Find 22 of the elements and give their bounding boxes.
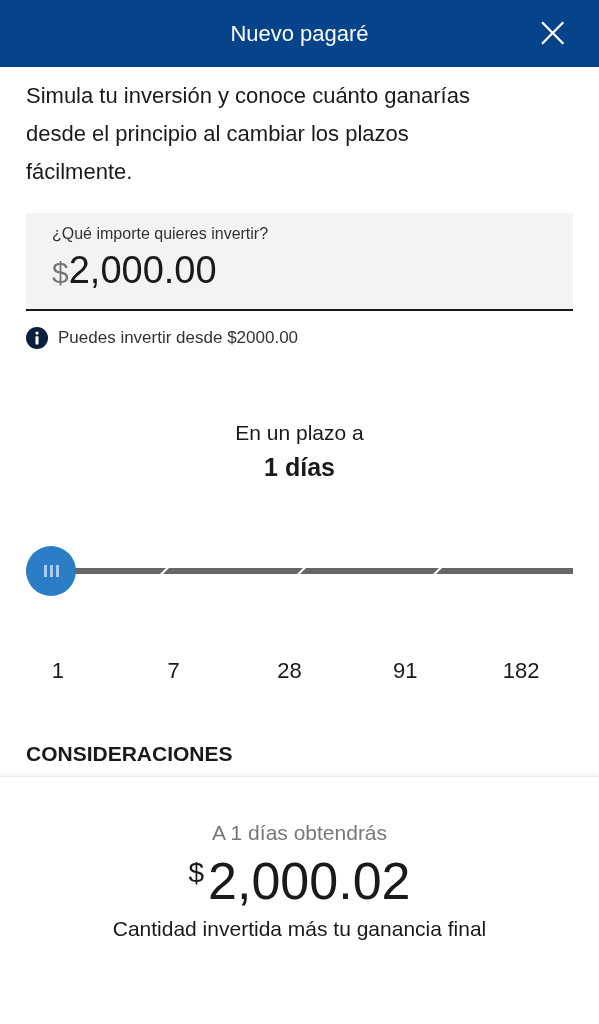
- amount-field[interactable]: ¿Qué importe quieres invertir? $2,000.00: [26, 213, 573, 311]
- info-text: Puedes invertir desde $2000.00: [58, 328, 299, 348]
- info-icon: [26, 327, 48, 349]
- term-option[interactable]: 28: [231, 658, 348, 684]
- result-caption: A 1 días obtendrás: [211, 821, 388, 845]
- result-amount: 2,000.02: [208, 851, 411, 911]
- result-note: Cantidad invertida más tu ganancia final: [112, 917, 487, 941]
- window-title: Nuevo pagaré: [230, 20, 369, 47]
- intro-text: Simula tu inversión y conoce cuánto ganarías desde el principio al cambiar los plazos fácilmente.: [26, 82, 471, 186]
- close-button[interactable]: ×: [534, 10, 571, 54]
- term-option[interactable]: 7: [115, 658, 232, 684]
- term-option[interactable]: 1: [0, 658, 116, 684]
- currency-symbol: $: [188, 857, 205, 889]
- term-caption: En un plazo a: [235, 421, 364, 445]
- term-value: 1 días: [264, 453, 335, 482]
- term-option[interactable]: 91: [347, 658, 464, 684]
- amount-value: 2,000.00: [68, 249, 217, 292]
- field-label: ¿Qué importe quieres invertir?: [52, 225, 270, 243]
- currency-symbol: $: [52, 256, 69, 290]
- slider-handle[interactable]: [26, 546, 76, 596]
- term-option[interactable]: 182: [463, 658, 579, 684]
- section-heading: CONSIDERACIONES: [26, 742, 234, 766]
